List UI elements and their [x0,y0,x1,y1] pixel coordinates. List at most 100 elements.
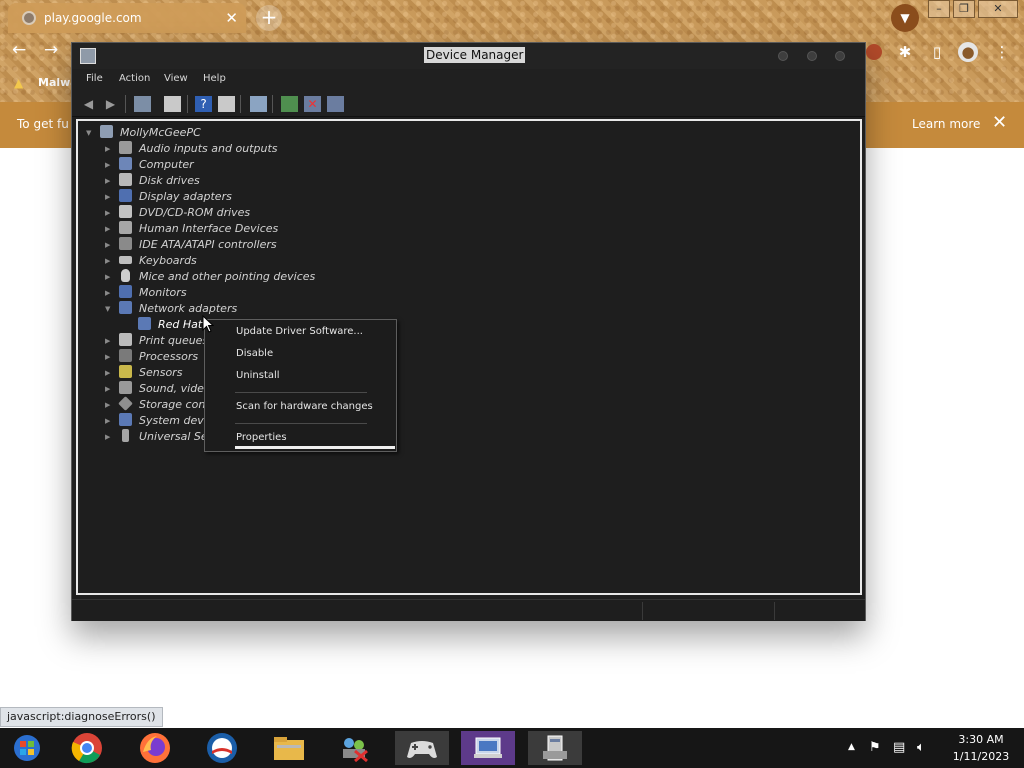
action-pane-icon[interactable] [218,96,235,112]
tree-item-audio[interactable]: ▶ Audio inputs and outputs [105,141,278,157]
back-icon[interactable]: ◀ [80,96,97,112]
back-arrow-icon[interactable]: ← [12,40,26,60]
menu-item-scan-hardware[interactable]: Scan for hardware changes [236,401,373,412]
side-panel-icon[interactable]: ▯ [927,42,947,62]
tree-item-system-devices[interactable]: ▶ System devic [105,413,213,429]
uninstall-device-icon[interactable] [327,96,344,112]
extensions-puzzle-icon[interactable]: ✱ [895,42,915,62]
tree-item-hid[interactable]: ▶ Human Interface Devices [105,221,278,237]
tree-item-sensors[interactable]: ▶ Sensors [105,365,182,381]
tree-item-label: Disk drives [139,174,200,187]
action-center-flag-icon[interactable]: ⚑ [869,740,881,755]
tray-chevron-icon[interactable]: ▲ [848,742,855,752]
expand-arrow-icon[interactable]: ▶ [105,269,110,285]
browser-menu-icon[interactable]: ⋮ [992,42,1012,62]
learn-more-link[interactable]: Learn more [912,117,980,131]
browser-minimize-icon[interactable]: – [928,0,950,18]
tree-item-storage[interactable]: ▶ Storage contr [105,396,214,413]
tree-item-dvd-drives[interactable]: ▶ DVD/CD-ROM drives [105,205,250,221]
tree-item-monitors[interactable]: ▶ Monitors [105,285,187,301]
taskbar-chrome[interactable] [60,731,114,765]
window-titlebar[interactable]: Device Manager [72,43,865,69]
expand-arrow-icon[interactable]: ▶ [105,189,110,205]
properties-icon[interactable] [164,96,181,112]
tree-item-print-queues[interactable]: ▶ Print queues [105,333,208,349]
menu-bar: File Action View Help [72,69,865,91]
taskbar-explorer[interactable] [262,731,316,765]
expand-arrow-icon[interactable]: ▶ [105,349,110,365]
help-icon[interactable]: ? [195,96,212,112]
tree-item-ide-controllers[interactable]: ▶ IDE ATA/ATAPI controllers [105,237,277,253]
expand-arrow-icon[interactable]: ▶ [105,365,110,381]
window-close-icon[interactable] [835,51,845,61]
volume-icon[interactable]: 🔈︎ [917,740,925,755]
tree-item-sound[interactable]: ▶ Sound, video [105,381,211,397]
start-button[interactable] [0,731,54,765]
taskbar-device-manager[interactable] [461,731,515,765]
forward-arrow-icon[interactable]: → [44,40,58,60]
browser-restore-icon[interactable]: ❐ [953,0,975,18]
bookmark-warning-icon: ▲ [14,76,24,90]
new-tab-button[interactable]: + [256,5,282,31]
expand-arrow-icon[interactable]: ▶ [105,173,110,189]
extension-avatar-icon[interactable] [866,44,882,60]
taskbar-app[interactable] [195,731,249,765]
tree-item-keyboards[interactable]: ▶ Keyboards [105,253,197,269]
expand-arrow-icon[interactable]: ▶ [105,141,110,157]
menu-file[interactable]: File [86,73,103,84]
taskbar-printer-app[interactable] [528,731,582,765]
expand-arrow-icon[interactable]: ▶ [105,221,110,237]
start-orb-icon [14,735,40,761]
collapse-arrow-icon[interactable]: ▼ [105,301,110,317]
window-maximize-icon[interactable] [807,51,817,61]
info-bar-close-icon[interactable]: ✕ [992,112,1007,133]
menu-item-properties[interactable]: Properties [236,432,287,443]
expand-arrow-icon[interactable]: ▶ [105,205,110,221]
taskbar-gamepad[interactable] [395,731,449,765]
tree-item-network-adapters[interactable]: ▼ Network adapters [105,301,237,317]
disable-device-icon[interactable]: ✕ [304,96,321,112]
forward-icon[interactable]: ▶ [102,96,119,112]
taskbar-firefox[interactable] [128,731,182,765]
browser-tab[interactable]: play.google.com ✕ [8,3,246,33]
update-driver-icon[interactable] [281,96,298,112]
device-manager-window: Device Manager File Action View Help ◀ ▶… [71,42,866,621]
expand-arrow-icon[interactable]: ▶ [105,285,110,301]
menu-help[interactable]: Help [203,73,226,84]
tree-item-computer[interactable]: ▶ Computer [105,157,194,173]
tab-close-icon[interactable]: ✕ [225,3,238,33]
tree-item-red-hat-adapter[interactable]: Red Hat [138,317,202,333]
expand-arrow-icon[interactable]: ▶ [105,157,110,173]
menu-view[interactable]: View [164,73,188,84]
expand-arrow-icon[interactable]: ▶ [105,237,110,253]
tree-item-mice[interactable]: ▶ Mice and other pointing devices [105,269,315,285]
profile-avatar-icon[interactable]: ● [958,42,978,62]
tree-item-usb[interactable]: ▶ Universal Ser [105,429,212,445]
menu-item-update-driver[interactable]: Update Driver Software... [236,326,363,337]
tab-search-chevron-icon[interactable]: ▼ [891,4,919,32]
tree-item-disk-drives[interactable]: ▶ Disk drives [105,173,200,189]
status-segment [642,602,643,620]
expand-arrow-icon[interactable]: ▶ [105,333,110,349]
menu-item-disable[interactable]: Disable [236,348,273,359]
show-hide-console-tree-icon[interactable] [134,96,151,112]
tree-item-processors[interactable]: ▶ Processors [105,349,198,365]
menu-item-uninstall[interactable]: Uninstall [236,370,280,381]
menu-action[interactable]: Action [119,73,150,84]
menu-separator [235,392,367,393]
scan-hardware-icon[interactable] [250,96,267,112]
network-status-icon[interactable]: ▤ [893,740,905,755]
menu-separator [235,423,367,424]
tree-root[interactable]: ▼ MollyMcGeePC [86,125,201,141]
browser-close-icon[interactable]: ✕ [978,0,1018,18]
expand-arrow-icon[interactable]: ▶ [105,253,110,269]
tree-item-display-adapters[interactable]: ▶ Display adapters [105,189,232,205]
window-minimize-icon[interactable] [778,51,788,61]
expand-arrow-icon[interactable]: ▶ [105,381,110,397]
taskbar-network-app[interactable] [327,731,381,765]
expand-arrow-icon[interactable]: ▶ [105,397,110,413]
expand-arrow-icon[interactable]: ▶ [105,429,110,445]
taskbar-clock[interactable]: 3:30 AM 1/11/2023 [944,731,1018,765]
collapse-arrow-icon[interactable]: ▼ [86,125,91,141]
expand-arrow-icon[interactable]: ▶ [105,413,110,429]
